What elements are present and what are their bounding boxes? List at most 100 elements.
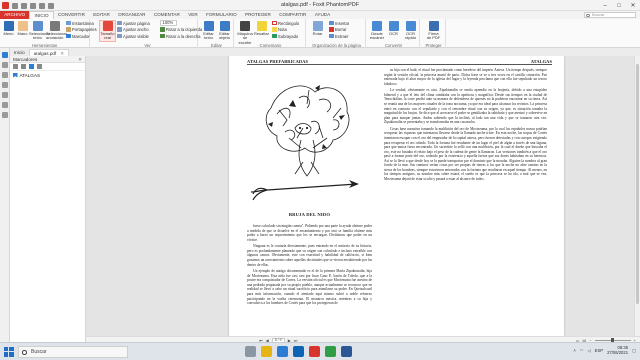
expand-icon[interactable] (37, 64, 42, 69)
doc-tab-inicio[interactable]: Inicio (10, 49, 29, 56)
edit-text-icon (203, 20, 214, 31)
word-icon[interactable] (341, 346, 352, 357)
pen-icon (428, 20, 439, 31)
delete-icon (329, 27, 334, 32)
maximize-button[interactable]: □ (612, 0, 626, 11)
title-bar: atalgas.pdf - Foxit PhantomPDF – □ ✕ (0, 0, 640, 11)
select-text-button[interactable]: Seleccionar texto (29, 20, 50, 41)
comments-panel-icon[interactable] (1, 82, 8, 88)
extract-page-button[interactable]: Extraer (329, 34, 349, 39)
sign-pdf-button[interactable]: Firma de PDF (426, 20, 441, 41)
group-ver: Tamaño real Ajustar página Ajustar ancho… (98, 19, 202, 48)
tab-inicio[interactable]: INICIO (29, 11, 54, 19)
tab-ayuda[interactable]: AYUDA (311, 11, 335, 19)
menu-button[interactable]: Menú (1, 20, 16, 37)
add-bookmark-icon[interactable] (29, 64, 34, 69)
bookmark-icon (13, 72, 18, 78)
security-panel-icon[interactable] (1, 112, 8, 118)
language-indicator[interactable]: ESP (595, 348, 603, 353)
typewriter-button[interactable]: Máquina de escribir (236, 20, 254, 46)
start-button[interactable] (4, 347, 14, 357)
clipboard-icon (66, 27, 71, 32)
layers-panel-icon[interactable] (1, 72, 8, 78)
extract-icon (329, 33, 334, 39)
window-title: atalgas.pdf - Foxit PhantomPDF (280, 2, 360, 8)
fit-width-button[interactable]: Ajustar ancho (117, 27, 149, 32)
store-icon[interactable] (293, 346, 304, 357)
rotate-right-icon (160, 33, 165, 39)
bookmark-item[interactable]: ATALGAS (10, 71, 85, 79)
bookmark-button[interactable]: Marcador (66, 34, 90, 39)
file-explorer-icon[interactable] (261, 346, 272, 357)
fit-page-button[interactable]: Ajustar página (117, 21, 150, 26)
zoom-slider[interactable] (594, 338, 631, 342)
tab-ver[interactable]: VER (184, 11, 202, 19)
chevron-up-icon[interactable]: ˄ (573, 348, 575, 353)
rotate-page-button[interactable]: Rotar (310, 20, 325, 37)
task-view-icon[interactable] (245, 346, 256, 357)
tab-comentar[interactable]: COMENTAR (150, 11, 184, 19)
tab-compartir[interactable]: COMPARTIR (275, 11, 311, 19)
group-herramientas: Menú Mano Seleccionar texto Seleccionar … (0, 19, 97, 48)
witch-nest-illustration (250, 85, 359, 201)
tab-convertir[interactable]: CONVERTIR (54, 11, 89, 19)
doc-tab-atalgas[interactable]: atalgas.pdf ✕ (28, 49, 70, 56)
ribbon: Menú Mano Seleccionar texto Seleccionar … (0, 19, 640, 48)
excel-icon[interactable] (325, 346, 336, 357)
network-icon[interactable]: ◠ (580, 348, 584, 353)
insert-page-button[interactable]: Insertar (329, 21, 349, 26)
actual-size-button[interactable]: Tamaño real (99, 19, 116, 42)
text-cursor-icon (32, 20, 43, 31)
edge-icon[interactable] (277, 346, 288, 357)
edit-text-button[interactable]: Editar texto (201, 20, 216, 41)
edit-object-button[interactable]: Editar objeto (217, 20, 232, 41)
delete-bookmark-icon[interactable] (21, 64, 26, 69)
fit-page-icon (117, 20, 122, 26)
rectangle-button[interactable]: Rectángulo (272, 21, 299, 26)
scanner-icon (372, 20, 382, 31)
foxit-taskbar-icon[interactable] (309, 346, 320, 357)
tab-formulario[interactable]: FORMULARIO (202, 11, 241, 19)
ocr-button[interactable]: OCR (386, 20, 401, 37)
close-panel-icon[interactable]: ✕ (78, 56, 82, 63)
vertical-scrollbar[interactable] (634, 56, 640, 336)
select-annotation-button[interactable]: Seleccionar anotación (46, 20, 67, 41)
bookmarks-header: Marcadores ✕ (10, 56, 85, 63)
highlight-button[interactable]: Resaltar (254, 20, 269, 37)
note-button[interactable]: Nota (272, 27, 287, 32)
options-icon[interactable] (13, 64, 18, 69)
ocr-quick-button[interactable]: OCR rápido (402, 20, 419, 41)
ribbon-search-input[interactable]: Buscar (584, 12, 636, 18)
tab-editar[interactable]: EDITAR (89, 11, 114, 19)
search-icon (586, 13, 590, 17)
close-button[interactable]: ✕ (626, 0, 640, 11)
note-icon (272, 27, 277, 32)
signatures-panel-icon[interactable] (1, 102, 8, 108)
edit-object-icon (219, 20, 230, 31)
snapshot-button[interactable]: Instantánea (66, 21, 94, 26)
attachments-panel-icon[interactable] (1, 92, 8, 98)
hand-tool-button[interactable]: Mano (15, 20, 30, 37)
tab-organizar[interactable]: ORGANIZAR (114, 11, 150, 19)
tab-proteger[interactable]: PROTEGER (241, 11, 275, 19)
fit-visible-button[interactable]: Ajustar visible (117, 34, 149, 39)
delete-page-button[interactable]: Borrar (329, 27, 347, 32)
zoom-select[interactable]: 100% (160, 20, 177, 26)
from-scanner-button[interactable]: Desde escáner (368, 20, 386, 41)
menu-icon (3, 20, 14, 31)
rotate-right-button[interactable]: Rotar a la derecha (160, 34, 200, 39)
scrollbar-thumb[interactable] (636, 64, 639, 304)
clock[interactable]: 08:35 27/06/2021 (607, 345, 628, 355)
pages-panel-icon[interactable] (1, 62, 8, 68)
tab-archivo[interactable]: ARCHIVO (0, 11, 30, 19)
bookmarks-panel-icon[interactable] (1, 52, 8, 58)
volume-icon[interactable]: ◁ (587, 348, 590, 353)
rotate-page-icon (312, 20, 323, 31)
clipboard-button[interactable]: Portapapeles (66, 27, 97, 32)
document-viewer[interactable]: ATALGAS PREFABRICADAS ATALGAS BRUJA DEL … (86, 56, 634, 336)
taskbar-search-input[interactable]: Buscar (18, 346, 128, 358)
minimize-button[interactable]: – (598, 0, 612, 11)
rotate-left-button[interactable]: Rotar a la izquierda (160, 27, 202, 32)
underline-button[interactable]: Subrayado (272, 34, 298, 39)
notifications-icon[interactable]: ▢ (632, 348, 636, 353)
